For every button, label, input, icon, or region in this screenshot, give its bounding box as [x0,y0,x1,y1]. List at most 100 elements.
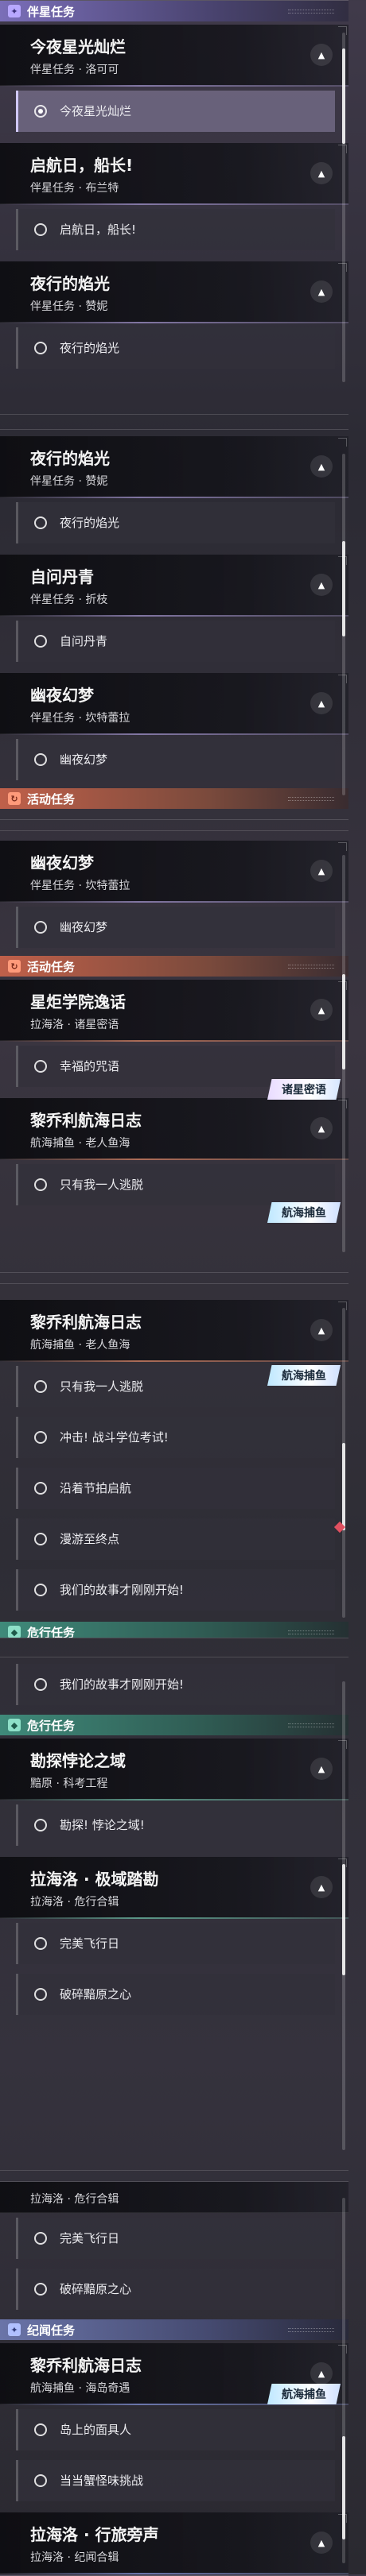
swirl-icon: ↻ [8,792,21,805]
radio-icon [34,1060,47,1073]
subtask-item[interactable]: 破碎黯原之心 [16,2269,335,2310]
mission-card-voyage-log[interactable]: 黎乔利航海日志 航海捕鱼 · 老人鱼海 ▲ [0,1300,348,1362]
radio-selected-icon [34,105,47,118]
radio-icon [34,1482,47,1495]
mission-title: 拉海洛 · 行旅旁声 [30,2525,159,2544]
shield-icon: ◆ [8,1719,21,1731]
subtask-label: 完美飞行日 [60,2231,120,2245]
quest-panel-4: 黎乔利航海日志 航海捕鱼 · 老人鱼海 ▲ 只有我一人逃脱 冲击! 战斗学位考试… [0,1283,348,1638]
radio-icon [34,2423,47,2436]
chevron-up-icon[interactable]: ▲ [310,455,333,478]
mission-card-polar-roam[interactable]: 拉海洛 · 极域踏勘 拉海洛 · 危行合辑 ▲ [0,1857,348,1919]
subtask-item[interactable]: 幽夜幻梦 [16,739,335,780]
subtask-item[interactable]: 启航日，船长! [16,209,335,250]
chevron-up-icon[interactable]: ▲ [310,1758,333,1780]
mission-card-paradox[interactable]: 勘探悖论之域 黯原 · 科考工程 ▲ [0,1739,348,1800]
subtask-item[interactable]: 完美飞行日 [16,2218,335,2259]
quest-panel-1: ✦ 伴星任务 今夜星光灿烂 伴星任务 · 洛可可 ▲ 今夜星光灿烂 启航日，船长… [0,0,348,415]
subtask-item[interactable]: 我们的故事才刚刚开始! [16,1664,335,1705]
subtask-item[interactable]: 完美飞行日 [16,1923,335,1964]
subtask-item[interactable]: 冲击! 战斗学位考试! [16,1417,335,1458]
mission-card-tonight-stars[interactable]: 今夜星光灿烂 伴星任务 · 洛可可 ▲ [0,25,348,87]
quest-panel-2: 夜行的焰光 伴星任务 · 赞妮 ▲ 夜行的焰光 自问丹青 伴星任务 · 折枝 ▲… [0,429,348,820]
scrollbar-thumb[interactable] [342,2436,345,2539]
subtask-item[interactable]: 自问丹青 [16,621,335,662]
chevron-up-icon[interactable]: ▲ [310,1319,333,1341]
radio-icon [34,753,47,766]
radio-icon [34,1678,47,1691]
subtask-item[interactable]: 夜行的焰光 [16,502,335,543]
category-header-chronicle[interactable]: ✦ 纪闻任务 [0,2319,348,2340]
radio-icon [34,223,47,236]
mission-card-polar-roam[interactable]: 拉海洛 · 危行合辑 [0,2182,348,2213]
subtask-label: 破碎黯原之心 [60,1987,132,2002]
chevron-up-icon[interactable]: ▲ [310,692,333,714]
chevron-up-icon[interactable]: ▲ [310,280,333,303]
subtask-item[interactable]: 沿着节拍启航 [16,1468,335,1509]
radio-icon [34,342,47,354]
subtask-item[interactable]: 幽夜幻梦 [16,907,335,948]
subtask-label: 我们的故事才刚刚开始! [60,1583,185,1597]
category-header-danger[interactable]: ◆ 危行任务 [0,1715,348,1735]
chevron-up-icon[interactable]: ▲ [310,162,333,184]
subtask-label: 夜行的焰光 [60,341,120,355]
scrollbar-thumb[interactable] [342,541,345,636]
radio-icon [34,635,47,648]
subtask-item[interactable]: 漫游至终点 [16,1518,335,1560]
category-header-danger[interactable]: ◆ 危行任务 [0,1622,348,1638]
mission-title: 星炬学院逸话 [30,992,126,1011]
category-header-activity[interactable]: ↻ 活动任务 [0,956,348,977]
header-decoration [288,2328,334,2332]
mission-title: 今夜星光灿烂 [30,37,126,56]
scrollbar-thumb[interactable] [342,48,345,144]
mission-card-academy[interactable]: 星炬学院逸话 拉海洛 · 诸星密语 ▲ [0,980,348,1042]
mission-card-ask-danqing[interactable]: 自问丹青 伴星任务 · 折枝 ▲ [0,555,348,617]
chevron-up-icon[interactable]: ▲ [310,574,333,596]
mission-card-voyage-log[interactable]: 黎乔利航海日志 航海捕鱼 · 老人鱼海 ▲ [0,1098,348,1160]
chevron-up-icon[interactable]: ▲ [310,2362,333,2385]
scrollbar-thumb[interactable] [342,1443,345,1530]
subtask-item[interactable]: 夜行的焰光 [16,327,335,369]
card-underline [0,497,348,498]
chevron-up-icon[interactable]: ▲ [310,1876,333,1898]
corner-decoration [338,842,347,851]
badge-star-whisper: 诸星密语 [267,1079,341,1100]
sparkle-icon: ✦ [8,5,21,17]
header-decoration [288,10,334,14]
subtask-item[interactable]: 勘探! 悖论之域! [16,1804,335,1846]
card-underline [0,1799,348,1800]
mission-card-night-flame[interactable]: 夜行的焰光 伴星任务 · 赞妮 ▲ [0,436,348,498]
mission-card-dark-dream[interactable]: 幽夜幻梦 伴星任务 · 坎特蕾拉 ▲ [0,673,348,735]
subtask-item[interactable]: 破碎黯原之心 [16,1974,335,2015]
chevron-up-icon[interactable]: ▲ [310,44,333,66]
header-decoration [288,797,334,801]
mission-card-set-sail[interactable]: 启航日，船长! 伴星任务 · 布兰特 ▲ [0,143,348,205]
subtask-item[interactable]: 我们的故事才刚刚开始! [16,1569,335,1611]
scrollbar-thumb[interactable] [342,1864,345,1975]
mission-card-journey[interactable]: 拉海洛 · 行旅旁声 拉海洛 · 纪闻合辑 ▲ [0,2512,348,2574]
subtask-label: 当当蟹怪味挑战 [60,2474,144,2488]
mission-title: 幽夜幻梦 [30,853,94,872]
subtask-item[interactable]: 岛上的面具人 [16,2409,335,2450]
radio-icon [34,516,47,529]
chevron-up-icon[interactable]: ▲ [310,999,333,1021]
mission-subtitle: 航海捕鱼 · 老人鱼海 [30,1339,130,1352]
chevron-up-icon[interactable]: ▲ [310,2532,333,2554]
subtask-item[interactable]: 当当蟹怪味挑战 [16,2460,335,2501]
mission-subtitle: 伴星任务 · 洛可可 [30,64,119,76]
quest-panel-5: 我们的故事才刚刚开始! ◆ 危行任务 勘探悖论之域 黯原 · 科考工程 ▲ 勘探… [0,1657,348,2171]
mission-card-dark-dream[interactable]: 幽夜幻梦 伴星任务 · 坎特蕾拉 ▲ [0,841,348,903]
subtask-item[interactable]: 只有我一人逃脱 [16,1164,335,1205]
chevron-up-icon[interactable]: ▲ [310,1117,333,1139]
subtask-label: 幸福的咒语 [60,1059,120,1073]
category-header-activity[interactable]: ↻ 活动任务 [0,788,348,809]
subtask-item[interactable]: 今夜星光灿烂 [16,91,335,132]
badge-fishing: 航海捕鱼 [267,1365,341,1386]
mission-subtitle: 拉海洛 · 纪闻合辑 [30,2551,119,2564]
scrollbar-thumb[interactable] [342,974,345,1069]
mission-subtitle: 黯原 · 科考工程 [30,1777,108,1790]
mission-card-night-flame[interactable]: 夜行的焰光 伴星任务 · 赞妮 ▲ [0,261,348,323]
chevron-up-icon[interactable]: ▲ [310,860,333,882]
mission-title: 夜行的焰光 [30,449,110,468]
category-header-companion[interactable]: ✦ 伴星任务 [0,1,348,21]
